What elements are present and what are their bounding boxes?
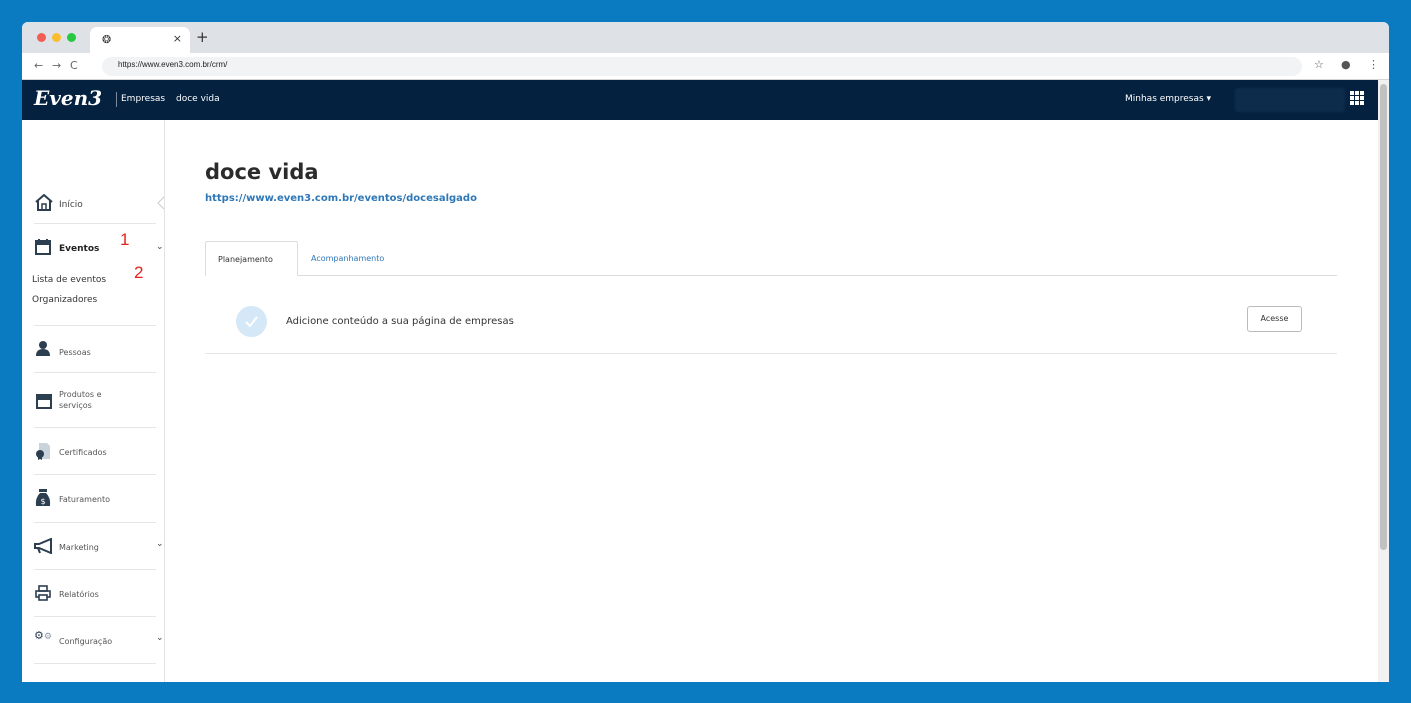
browser-window: ❂ × + ← → C https://www.even3.com.br/crm… [22, 22, 1389, 682]
chevron-down-icon: ⌄ [156, 539, 164, 549]
chevron-down-icon: ⌄ [156, 242, 164, 252]
person-icon [36, 341, 50, 356]
tab-strip: ❂ × + [22, 22, 1389, 53]
acesse-button[interactable]: Acesse [1247, 306, 1302, 332]
favicon-icon: ❂ [102, 33, 112, 46]
page-scrollbar[interactable] [1378, 80, 1389, 682]
close-tab-icon[interactable]: × [173, 32, 182, 45]
svg-text:$: $ [40, 497, 45, 506]
sidebar-item-eventos[interactable]: Eventos 1 ⌄ Lista de eventos 2 Organizad… [32, 224, 164, 326]
sidebar-item-label: Relatórios [59, 590, 99, 599]
sidebar-subitem-lista-de-eventos[interactable]: Lista de eventos [32, 275, 106, 285]
sidebar-item-label-line2: serviços [59, 401, 92, 410]
maximize-window-button[interactable] [67, 33, 76, 42]
megaphone-icon [34, 538, 52, 554]
sidebar-item-label: Faturamento [59, 495, 110, 504]
apps-grid-icon[interactable] [1350, 91, 1364, 105]
browser-tab[interactable]: ❂ × [90, 27, 190, 53]
check-icon [236, 306, 267, 337]
sidebar-item-pessoas[interactable]: Pessoas [34, 326, 156, 373]
chevron-down-icon: ⌄ [156, 633, 164, 643]
certificate-icon [36, 443, 50, 460]
sidebar-item-faturamento[interactable]: $ Faturamento [34, 475, 156, 523]
sidebar-item-certificados[interactable]: Certificados [34, 428, 156, 475]
sidebar-item-relatorios[interactable]: Relatórios [34, 570, 156, 617]
task-description: Adicione conteúdo a sua página de empres… [286, 316, 514, 327]
reload-icon[interactable]: C [70, 59, 78, 72]
tab-planejamento[interactable]: Planejamento [205, 241, 298, 276]
home-icon [35, 194, 53, 211]
address-bar[interactable]: https://www.even3.com.br/crm/ [102, 57, 1302, 76]
store-icon [36, 394, 52, 409]
new-tab-button[interactable]: + [196, 28, 209, 46]
sidebar-collapse-icon[interactable] [156, 196, 166, 210]
my-companies-dropdown[interactable]: Minhas empresas ▾ [1125, 94, 1211, 104]
minimize-window-button[interactable] [52, 33, 61, 42]
user-name-redacted[interactable] [1235, 88, 1345, 112]
calendar-icon [35, 239, 51, 255]
company-label[interactable]: doce vida [176, 94, 220, 104]
app-header: Even3 Empresas doce vida Minhas empresas… [22, 80, 1378, 120]
bookmark-star-icon[interactable]: ☆ [1314, 58, 1324, 71]
profile-icon[interactable]: ● [1341, 58, 1351, 71]
printer-icon [35, 585, 51, 601]
sidebar-item-produtos[interactable]: Produtos e serviços [34, 373, 156, 428]
sidebar-item-label-line1: Produtos e [59, 390, 102, 399]
sidebar-item-marketing[interactable]: Marketing ⌄ [34, 523, 164, 570]
header-divider [116, 92, 117, 107]
sidebar-item-label: Configuração [59, 637, 113, 646]
task-row: Adicione conteúdo a sua página de empres… [205, 296, 1337, 354]
sidebar-item-label: Início [59, 200, 83, 210]
tab-label: Planejamento [218, 255, 273, 264]
annotation-1: 1 [120, 230, 130, 249]
gears-icon: ⚙⚙ [34, 629, 52, 642]
event-page-link[interactable]: https://www.even3.com.br/eventos/docesal… [205, 193, 477, 204]
sidebar-item-inicio[interactable]: Início [34, 182, 156, 224]
tab-bar: Planejamento Acompanhamento [205, 241, 1337, 276]
browser-toolbar: ← → C https://www.even3.com.br/crm/ ☆ ● … [22, 53, 1389, 80]
annotation-2: 2 [134, 263, 144, 282]
back-icon[interactable]: ← [34, 59, 43, 72]
scrollbar-thumb[interactable] [1380, 84, 1387, 550]
browser-menu-icon[interactable]: ⋮ [1368, 58, 1379, 71]
money-bag-icon: $ [35, 489, 51, 506]
forward-icon[interactable]: → [52, 59, 61, 72]
close-window-button[interactable] [37, 33, 46, 42]
section-label[interactable]: Empresas [121, 94, 165, 104]
even3-logo[interactable]: Even3 [34, 86, 102, 110]
sidebar-item-configuracao[interactable]: ⚙⚙ Configuração ⌄ [34, 617, 164, 664]
page-title: doce vida [205, 160, 319, 184]
sidebar-item-label: Eventos [59, 244, 100, 254]
sidebar-subitem-organizadores[interactable]: Organizadores [32, 295, 97, 305]
tab-acompanhamento[interactable]: Acompanhamento [311, 254, 384, 263]
sidebar-item-label: Certificados [59, 448, 107, 457]
url-text: https://www.even3.com.br/crm/ [118, 60, 228, 69]
sidebar-item-label: Pessoas [59, 348, 91, 357]
sidebar-item-label: Marketing [59, 543, 99, 552]
sidebar: Início Eventos 1 ⌄ Lista de eventos 2 Or… [22, 120, 165, 682]
